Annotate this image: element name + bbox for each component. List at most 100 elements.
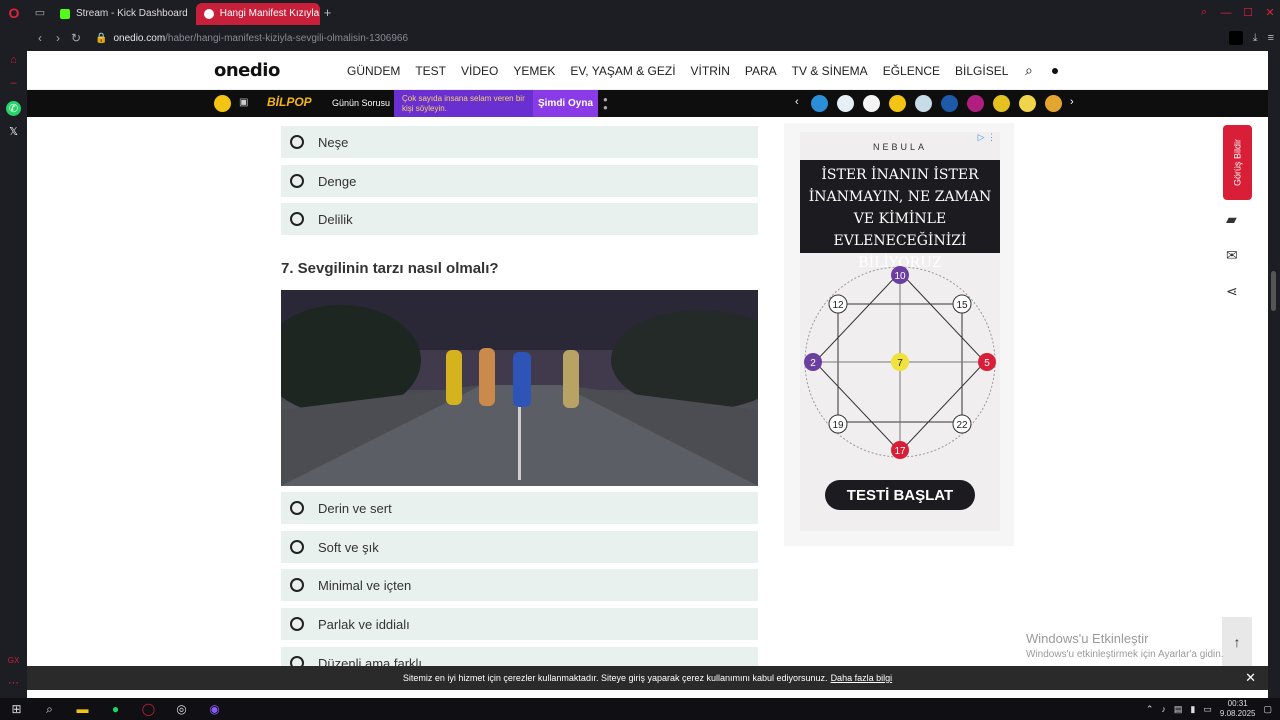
brand-logo-icon[interactable] (1045, 95, 1062, 112)
tab-onedio[interactable]: Hangi Manifest Kızıyla Se (195, 2, 320, 25)
gunun-sorusu-label: Günün Sorusu (332, 98, 391, 108)
menu-item-tv-sinema[interactable]: TV & SİNEMA (792, 64, 868, 78)
mic-icon[interactable]: ▮ (1190, 704, 1195, 715)
obs-icon[interactable]: ◎ (165, 698, 198, 720)
menu-item-para[interactable]: PARA (745, 64, 777, 78)
brand-logo-icon[interactable] (811, 95, 828, 112)
cookie-more-link[interactable]: Daha fazla bilgi (831, 673, 893, 683)
forward-button[interactable]: › (49, 31, 67, 45)
search-icon[interactable]: ⌕ (1025, 62, 1033, 79)
volume-icon[interactable]: ♪ (1161, 704, 1166, 714)
brand-logo-icon[interactable] (915, 95, 932, 112)
ad-container: ▷ ⋮ NEBULA İSTER İNANIN İSTER İNANMAYIN,… (784, 123, 1014, 546)
close-window-button[interactable]: ✕ (1260, 6, 1280, 19)
back-button[interactable]: ‹ (31, 31, 49, 45)
menu-icon[interactable]: ≡ (1268, 32, 1274, 44)
bookmark-icon[interactable]: ▰ (1226, 211, 1238, 228)
user-icon[interactable]: ● (1051, 62, 1059, 79)
windows-activation-watermark: Windows'u Etkinleştir Windows'u etkinleş… (1026, 631, 1224, 660)
maximize-button[interactable]: ☐ (1238, 6, 1258, 19)
url-field[interactable]: 🔒 onedio.com/haber/hangi-manifest-kiziyl… (95, 33, 408, 44)
shopping-icon[interactable]: ⌂ (6, 52, 21, 67)
gx-icon[interactable]: GX (6, 653, 21, 668)
emoji-icon[interactable] (214, 95, 231, 112)
comments-icon[interactable]: ✉ (1226, 247, 1238, 264)
windows-start-icon[interactable]: ⊞ (0, 698, 33, 720)
page-scrollbar[interactable] (1268, 51, 1280, 698)
brands-next-icon[interactable]: › (1070, 96, 1074, 108)
chart-number: 22 (956, 420, 968, 431)
spotify-icon[interactable]: ● (99, 698, 132, 720)
brand-logo-icon[interactable] (1019, 95, 1036, 112)
brand-logo-icon[interactable] (837, 95, 854, 112)
menu-item-ev-yasam[interactable]: EV, YAŞAM & GEZİ (570, 64, 675, 78)
answer-option[interactable]: Derin ve sert (281, 492, 758, 524)
cookie-text: Sitemiz en iyi hizmet için çerezler kull… (402, 673, 828, 683)
opera-logo-icon[interactable]: O (0, 0, 28, 25)
extension-icon[interactable] (1228, 31, 1243, 45)
minimize-button[interactable]: — (1216, 7, 1236, 19)
brand-logo-icon[interactable] (993, 95, 1010, 112)
game-icon[interactable]: ▣ (239, 97, 248, 108)
chart-number: 2 (810, 358, 816, 369)
street-scene-image (281, 290, 758, 486)
brands-prev-icon[interactable]: ‹ (795, 96, 799, 108)
site-header: onedio GÜNDEM TEST VİDEO YEMEK EV, YAŞAM… (27, 51, 1268, 90)
feedback-button[interactable]: Görüş Bildir (1223, 125, 1252, 200)
game-bar: ▣ BİLPOP Günün Sorusu Çok sayıda insana … (27, 90, 1268, 117)
menu-item-bilgisel[interactable]: BİLGİSEL (955, 64, 1008, 78)
tab-label: Stream - Kick Dashboard (76, 8, 188, 19)
bilpop-logo[interactable]: BİLPOP (267, 95, 312, 109)
search-icon[interactable]: ⌕ (33, 698, 66, 720)
scroll-to-top-button[interactable]: ↑ (1222, 617, 1252, 667)
notifications-icon[interactable]: ▢ (1263, 704, 1272, 715)
discord-icon[interactable]: ◉ (198, 698, 231, 720)
network-icon[interactable]: ▤ (1174, 704, 1183, 715)
tab-overview-icon[interactable]: ▭ (28, 0, 52, 25)
answer-label: Denge (318, 173, 357, 189)
tray-chevron-icon[interactable]: ⌃ (1146, 704, 1154, 715)
answer-option[interactable]: Parlak ve iddialı (281, 608, 758, 640)
menu-item-video[interactable]: VİDEO (461, 64, 498, 78)
radio-icon (290, 174, 304, 188)
menu-item-test[interactable]: TEST (415, 64, 446, 78)
menu-item-eglence[interactable]: EĞLENCE (883, 64, 940, 78)
brand-logo-icon[interactable] (967, 95, 984, 112)
answer-option[interactable]: Soft ve şık (281, 531, 758, 563)
start-test-button[interactable]: TESTİ BAŞLAT (825, 480, 975, 510)
answer-option[interactable]: Denge (281, 165, 758, 197)
clock[interactable]: 00:31 9.08.2025 (1220, 699, 1256, 719)
opera-gx-icon[interactable]: ◯ (132, 698, 165, 720)
tab-kick-dashboard[interactable]: Stream - Kick Dashboard (52, 3, 196, 25)
radio-icon (290, 578, 304, 592)
x-twitter-icon[interactable]: 𝕏 (6, 124, 21, 139)
download-icon[interactable]: ⤓ (1253, 32, 1258, 45)
answer-option[interactable]: Minimal ve içten (281, 569, 758, 601)
whatsapp-icon[interactable]: ✆ (6, 101, 21, 116)
share-icon[interactable]: ⋖ (1226, 283, 1238, 300)
file-explorer-icon[interactable]: ▬ (66, 698, 99, 720)
chart-number: 15 (956, 300, 968, 311)
cookie-close-icon[interactable]: ✕ (1245, 670, 1256, 686)
search-tabs-icon[interactable]: ⌕ (1194, 6, 1214, 19)
more-dots-icon[interactable]: ● ● (603, 96, 608, 112)
brand-logo-icon[interactable] (863, 95, 880, 112)
play-now-button[interactable]: Şimdi Oyna (533, 90, 598, 117)
display-icon[interactable]: ▭ (1203, 704, 1212, 715)
scrollbar-thumb[interactable] (1271, 271, 1276, 311)
nebula-ad[interactable]: ▷ ⋮ NEBULA İSTER İNANIN İSTER İNANMAYIN,… (800, 132, 1000, 531)
brand-logo-icon[interactable] (889, 95, 906, 112)
new-tab-button[interactable]: + (324, 5, 332, 20)
reload-button[interactable]: ↻ (67, 31, 85, 45)
daily-question[interactable]: Çok sayıda insana selam veren bir kişi s… (394, 90, 533, 117)
more-icon[interactable]: ⋯ (6, 675, 21, 690)
answer-label: Minimal ve içten (318, 577, 412, 593)
brand-logo-icon[interactable] (941, 95, 958, 112)
menu-item-yemek[interactable]: YEMEK (513, 64, 555, 78)
answer-option[interactable]: Delilik (281, 203, 758, 235)
menu-item-gundem[interactable]: GÜNDEM (347, 64, 400, 78)
site-logo[interactable]: onedio (214, 60, 280, 81)
menu-item-vitrin[interactable]: VİTRİN (691, 64, 730, 78)
answer-option[interactable]: Neşe (281, 126, 758, 158)
clock-date: 9.08.2025 (1219, 709, 1256, 718)
